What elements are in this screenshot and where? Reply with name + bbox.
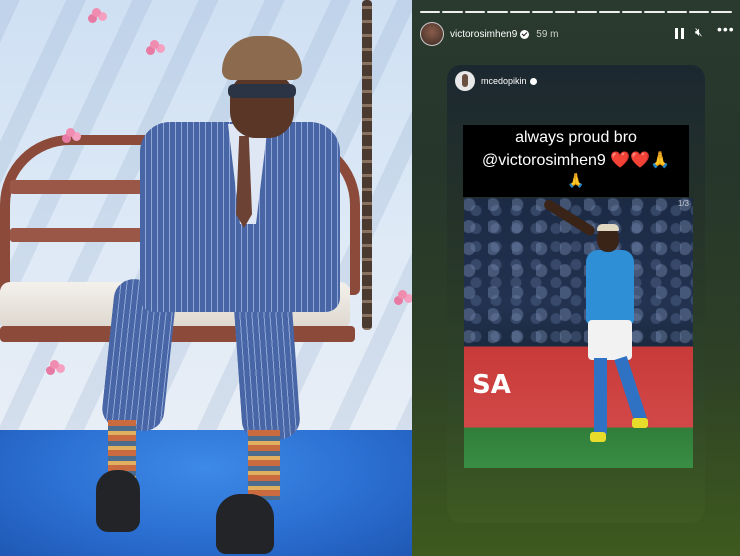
mute-icon[interactable]: 🔇︎: [695, 25, 703, 40]
progress-segment: [487, 11, 508, 13]
verified-badge-icon: [520, 29, 530, 39]
post-photo: SA: [464, 198, 693, 468]
person-sunglasses: [228, 84, 296, 98]
player-boot: [632, 418, 648, 428]
story-caption: always proud bro @victorosimhen9 ❤️❤️🙏 🙏: [463, 125, 689, 197]
reposted-story-card[interactable]: mcedopikin always proud bro @victorosimh…: [447, 65, 705, 523]
person-sock: [248, 430, 280, 500]
progress-segment: [554, 11, 575, 13]
flower: [92, 8, 101, 17]
progress-segment: [442, 11, 463, 13]
bench-seat: [0, 326, 355, 342]
progress-segment: [532, 11, 553, 13]
progress-segment: [464, 11, 486, 13]
repost-header: mcedopikin: [455, 71, 537, 91]
flower: [50, 360, 59, 369]
verified-badge-icon: [529, 77, 537, 85]
story-timestamp: 59 m: [536, 28, 559, 40]
story-username[interactable]: victorosimhen9: [450, 29, 517, 40]
heart-emoji-icon: ❤️❤️🙏: [610, 152, 671, 169]
page-indicator: 1/3: [677, 199, 689, 208]
avatar[interactable]: [420, 22, 444, 46]
repost-username[interactable]: mcedopikin: [481, 76, 527, 86]
progress-segment: [420, 11, 441, 13]
progress-segment: [599, 11, 620, 13]
instagram-story[interactable]: victorosimhen9 59 m 🔇︎ ••• mcedopikin al…: [412, 0, 740, 556]
player-leg: [614, 355, 649, 427]
person-face: [230, 72, 294, 138]
progress-segment: [576, 11, 598, 13]
caption-mention[interactable]: @victorosimhen9 ❤️❤️🙏: [463, 150, 689, 170]
photo-panel: [0, 0, 412, 556]
advertising-board-text: SA: [472, 370, 511, 400]
mention-link[interactable]: @victorosimhen9: [482, 152, 606, 169]
player-shorts: [588, 320, 632, 360]
flower: [398, 290, 407, 299]
progress-segment: [621, 11, 643, 13]
pray-emoji-icon: 🙏: [567, 172, 585, 188]
progress-segment: [644, 11, 665, 13]
more-icon[interactable]: •••: [717, 21, 735, 37]
caption-text: always proud bro: [515, 129, 637, 146]
repost-avatar[interactable]: [455, 71, 475, 91]
person-shoe: [216, 494, 274, 554]
player-boot: [590, 432, 606, 442]
player-hair: [597, 224, 619, 231]
person-shoe: [96, 470, 140, 532]
swing-chain: [362, 0, 372, 330]
story-progress-bar: [420, 11, 732, 13]
pause-icon[interactable]: [675, 28, 684, 39]
flower: [150, 40, 159, 49]
player-leg: [594, 358, 607, 434]
progress-segment: [666, 11, 688, 13]
story-header: victorosimhen9 59 m 🔇︎ •••: [420, 21, 735, 47]
flower: [66, 128, 75, 137]
blue-carpet: [0, 430, 412, 556]
player-jersey: [586, 250, 634, 324]
progress-segment: [689, 11, 710, 13]
progress-segment: [711, 11, 732, 13]
progress-segment: [509, 11, 531, 13]
